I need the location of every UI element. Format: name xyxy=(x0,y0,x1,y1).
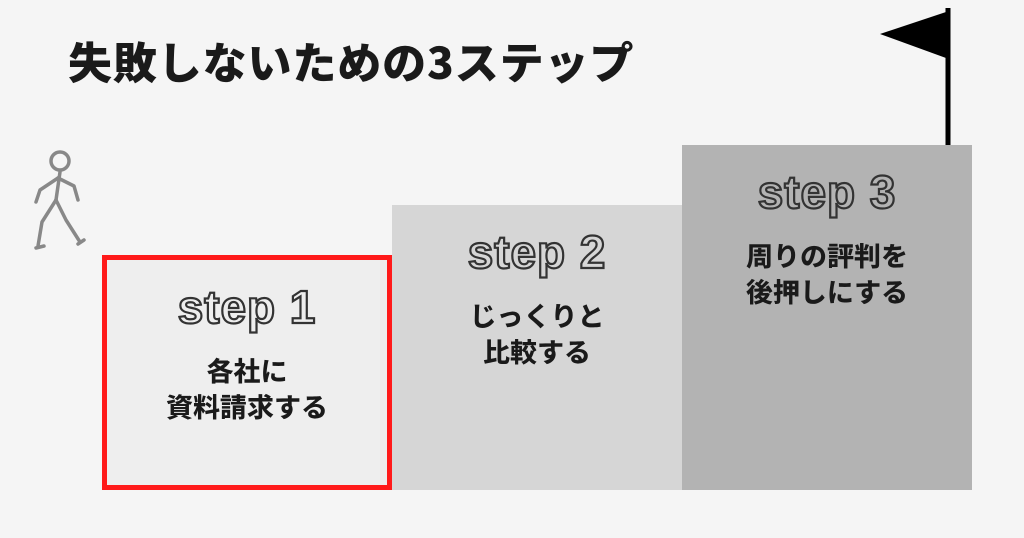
step-1-desc: 各社に 資料請求する xyxy=(166,352,328,425)
step-3-desc: 周りの評判を 後押しにする xyxy=(746,237,908,310)
step-2: step 2 じっくりと 比較する xyxy=(392,205,682,490)
step-2-desc: じっくりと 比較する xyxy=(470,297,605,370)
step-3: step 3 周りの評判を 後押しにする xyxy=(682,145,972,490)
walking-person-icon xyxy=(22,148,92,258)
step-3-label: step 3 xyxy=(758,165,896,219)
goal-flag-icon xyxy=(880,8,958,148)
steps-container: step 1 各社に 資料請求する step 2 じっくりと 比較する step… xyxy=(102,145,972,490)
page-title: 失敗しないための3ステップ xyxy=(68,28,634,92)
step-1-label: step 1 xyxy=(178,280,316,334)
step-1: step 1 各社に 資料請求する xyxy=(102,255,392,490)
step-2-label: step 2 xyxy=(468,225,606,279)
